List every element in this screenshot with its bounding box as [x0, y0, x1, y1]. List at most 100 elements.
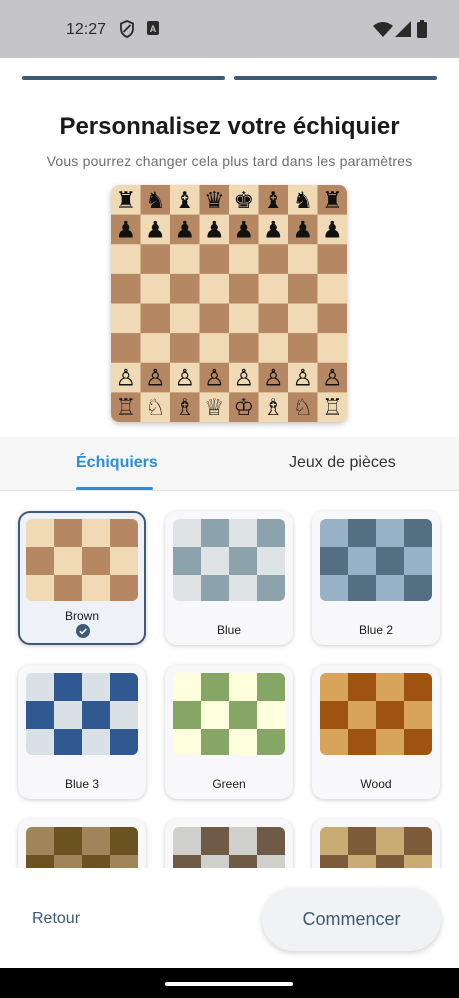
- swatch-square: [376, 547, 405, 576]
- tab-piece-sets[interactable]: Jeux de pièces: [289, 454, 396, 472]
- board-square: [199, 244, 230, 275]
- swatch-square: [376, 827, 405, 856]
- progress-step-1: [22, 76, 225, 80]
- swatch-square: [54, 547, 83, 576]
- swatch-square: [229, 701, 258, 730]
- swatch-square: [54, 519, 83, 548]
- swatch-square: [201, 575, 230, 601]
- chess-piece: ♟: [263, 217, 284, 243]
- swatch-square: [26, 855, 55, 868]
- chess-piece: ♟: [204, 217, 225, 243]
- board-theme-card[interactable]: Brown: [18, 511, 146, 645]
- swatch-square: [320, 827, 349, 856]
- rank-label: 7: [340, 218, 345, 228]
- swatch-square: [348, 547, 377, 576]
- board-theme-swatch: [320, 827, 432, 868]
- board-square: [288, 244, 318, 275]
- swatch-square: [404, 827, 432, 856]
- swatch-square: [26, 547, 55, 576]
- swatch-square: [201, 827, 230, 856]
- chess-piece: ♟: [233, 217, 254, 243]
- chess-piece: ♙: [233, 366, 254, 392]
- swatch-square: [82, 701, 111, 730]
- tab-boards[interactable]: Échiquiers: [76, 454, 158, 472]
- board-theme-swatch: [173, 673, 285, 755]
- swatch-square: [110, 855, 138, 868]
- swatch-square: [404, 519, 432, 548]
- swatch-square: [201, 729, 230, 755]
- start-button[interactable]: Commencer: [262, 888, 441, 951]
- swatch-square: [26, 575, 55, 601]
- rank-label: 3: [340, 336, 345, 346]
- chess-piece: ♟: [115, 217, 136, 243]
- board-theme-card[interactable]: Wood: [312, 665, 440, 799]
- svg-text:A: A: [150, 24, 157, 34]
- swatch-square: [257, 673, 285, 702]
- board-preview: ♜ ♞ ♝ ♛ ♚ ♝ ♞ ♜ 8 ♟ ♟ ♟ ♟ ♟ ♟ ♟ ♟ 7 6 5 4 3 ♙ ♙ ♙ ♙ ♙ ♙ ♙ ♙ 2 ♖ ♘ ♗ ♕ ♔ ♗ ♘ ♖ 1: [111, 185, 347, 422]
- swatch-square: [404, 673, 432, 702]
- swatch-square: [26, 673, 55, 702]
- board-square: [140, 303, 171, 334]
- swatch-square: [348, 575, 377, 601]
- swatch-square: [348, 519, 377, 548]
- swatch-square: [257, 519, 285, 548]
- swatch-square: [404, 855, 432, 868]
- swatch-square: [376, 729, 405, 755]
- board-theme-name: Blue 2: [358, 623, 394, 637]
- chess-piece: ♛: [204, 188, 225, 214]
- board-square: [258, 273, 289, 304]
- swatch-square: [348, 701, 377, 730]
- swatch-square: [257, 575, 285, 601]
- chess-piece: ♞: [145, 188, 166, 214]
- board-theme-card[interactable]: [312, 819, 440, 868]
- rank-label: 1: [340, 395, 345, 405]
- swatch-square: [82, 827, 111, 856]
- chess-piece: ♚: [233, 188, 254, 214]
- swatch-square: [229, 855, 258, 868]
- chess-piece: ♙: [263, 366, 284, 392]
- swatch-square: [173, 519, 202, 548]
- board-theme-card[interactable]: Blue 3: [18, 665, 146, 799]
- rank-label: 4: [340, 307, 345, 317]
- board-square: [111, 273, 141, 304]
- board-square: [229, 333, 259, 364]
- board-theme-card[interactable]: [165, 819, 293, 868]
- swatch-square: [54, 729, 83, 755]
- board-square: [111, 244, 141, 275]
- swatch-square: [257, 729, 285, 755]
- battery-icon: [417, 20, 427, 43]
- system-nav-bar: [0, 968, 459, 998]
- board-theme-swatch: [173, 519, 285, 601]
- swatch-square: [110, 519, 138, 548]
- board-theme-card[interactable]: Green: [165, 665, 293, 799]
- chess-piece: ♔: [233, 395, 254, 421]
- board-theme-name: Blue 3: [64, 777, 100, 791]
- board-theme-swatch: [173, 827, 285, 868]
- board-square: [111, 333, 141, 364]
- chess-piece: ♗: [174, 395, 195, 421]
- board-square: [229, 303, 259, 334]
- board-theme-card[interactable]: [18, 819, 146, 868]
- tab-indicator: [76, 487, 153, 490]
- home-handle[interactable]: [165, 982, 293, 986]
- swatch-square: [257, 701, 285, 730]
- board-square: [229, 273, 259, 304]
- board-square: [170, 273, 200, 304]
- swatch-square: [404, 575, 432, 601]
- swatch-square: [110, 827, 138, 856]
- back-button[interactable]: Retour: [32, 910, 80, 928]
- board-theme-swatch: [320, 673, 432, 755]
- board-theme-card[interactable]: Blue: [165, 511, 293, 645]
- swatch-square: [110, 547, 138, 576]
- rank-label: 5: [340, 277, 345, 287]
- swatch-square: [82, 547, 111, 576]
- swatch-square: [201, 855, 230, 868]
- chess-piece: ♜: [115, 188, 136, 214]
- page-title: Personnalisez votre échiquier: [59, 113, 400, 140]
- board-theme-grid[interactable]: Brown Blue Blue 2 Blue 3 Green Wood: [0, 492, 459, 868]
- board-theme-name: Brown: [64, 609, 99, 623]
- chess-piece: ♘: [145, 395, 166, 421]
- board-theme-card[interactable]: Blue 2: [312, 511, 440, 645]
- tab-bar: Échiquiers Jeux de pièces: [0, 437, 459, 491]
- swatch-square: [404, 547, 432, 576]
